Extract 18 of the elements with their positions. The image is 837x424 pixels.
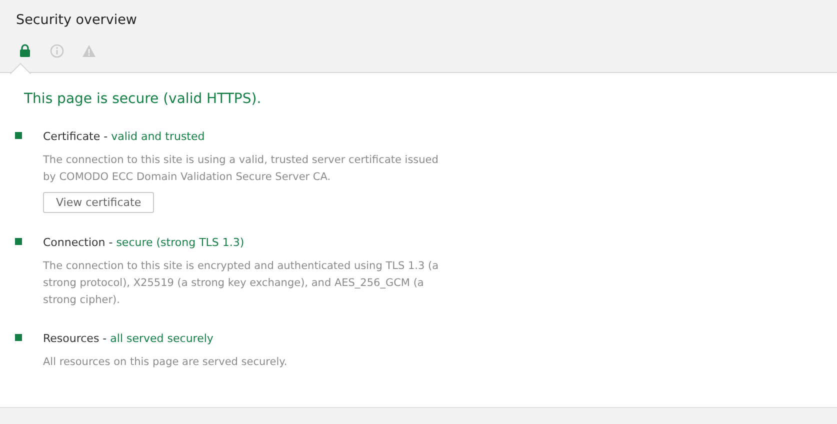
section-status: all served securely [110, 332, 214, 345]
status-bullet-icon [15, 334, 22, 341]
panel-title: Security overview [15, 11, 138, 30]
section-label: Resources - [43, 332, 108, 345]
status-bullet-icon [15, 238, 22, 245]
section-description: All resources on this page are served securely. [43, 355, 288, 370]
section-description: The connection to this site is using a valid, trusted server certificate issued by COMODO ECC Domain Validation Secure Server CA. [43, 153, 440, 185]
section-status: valid and trusted [111, 130, 205, 143]
section-status: secure (strong TLS 1.3) [116, 236, 244, 249]
warning-icon[interactable] [82, 44, 96, 58]
status-bullet-icon [15, 132, 22, 139]
section-description: The connection to this site is encrypted and authenticated using TLS 1.3 (a strong protocol), X25519 (a strong key exchange), and AES_256_GCM (a strong cipher). [43, 259, 440, 308]
section-label: Certificate - [43, 130, 109, 143]
section-label: Connection - [43, 236, 114, 249]
info-icon[interactable] [50, 44, 64, 58]
lock-icon[interactable] [18, 44, 30, 57]
view-certificate-button[interactable]: View certificate [43, 192, 154, 213]
secure-message: This page is secure (valid HTTPS). [23, 91, 262, 107]
